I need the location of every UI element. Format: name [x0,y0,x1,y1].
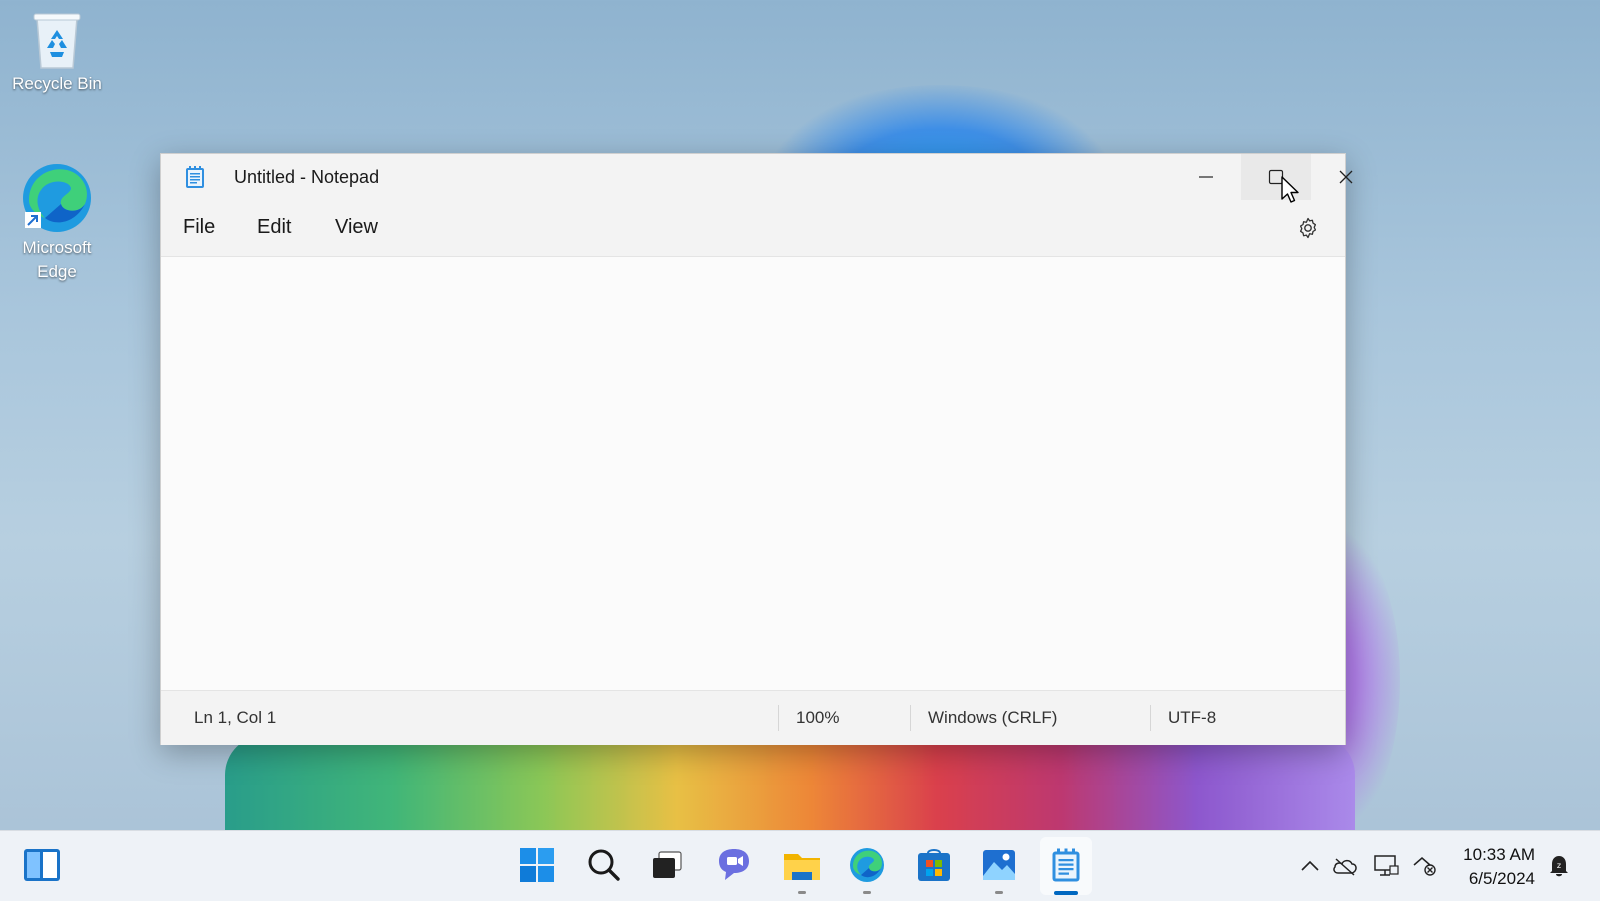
settings-button[interactable] [1296,216,1320,240]
title-bar[interactable]: Untitled - Notepad [161,154,1353,200]
photos-icon [983,850,1015,880]
edge-icon [850,848,884,882]
notepad-taskbar-button[interactable] [1044,843,1088,887]
status-line-ending[interactable]: Windows (CRLF) [928,708,1057,728]
minimize-icon [1199,176,1213,178]
notifications-button[interactable]: z [1546,853,1572,879]
notepad-icon [185,165,205,189]
active-app-indicator [1054,891,1078,895]
desktop-icon-label: Recycle Bin [12,74,102,93]
window-title: Untitled - Notepad [234,167,380,187]
start-icon [520,848,554,882]
task-view-button[interactable] [645,843,689,887]
running-indicator [798,891,806,894]
menu-edit[interactable]: Edit [257,216,291,239]
status-divider [778,705,779,731]
taskbar: 10:33 AM 6/5/2024 z [0,830,1600,901]
task-view-icon [653,851,682,878]
store-button[interactable] [912,843,956,887]
start-button[interactable] [515,843,559,887]
wallpaper-bloom [225,735,1355,830]
running-indicator [995,891,1003,894]
network-button[interactable] [1412,853,1438,879]
clock-time: 10:33 AM [1463,845,1535,864]
menu-file[interactable]: File [183,216,215,239]
status-bar: Ln 1, Col 1 100% Windows (CRLF) UTF-8 [161,690,1345,745]
search-icon [588,849,620,881]
widgets-icon [24,849,60,881]
notepad-window: Untitled - Notepad File Edit View Ln 1, … [160,153,1353,745]
chevron-up-icon [1301,860,1319,871]
network-icon [1413,857,1436,876]
search-button[interactable] [582,843,626,887]
status-encoding[interactable]: UTF-8 [1168,708,1216,728]
notepad-icon [1052,848,1080,882]
close-button[interactable] [1311,154,1381,200]
desktop-icon-label: Microsoft Edge [22,238,92,281]
mouse-cursor-icon [1280,175,1302,205]
onedrive-icon [1333,858,1357,876]
status-divider [1150,705,1151,731]
status-divider [910,705,911,731]
display-button[interactable] [1373,853,1399,879]
status-zoom[interactable]: 100% [796,708,839,728]
edge-icon [19,160,95,236]
chat-button[interactable] [712,843,756,887]
taskbar-clock[interactable]: 10:33 AM 6/5/2024 [1455,843,1535,891]
show-hidden-icons-button[interactable] [1297,853,1323,879]
svg-text:z: z [1557,861,1561,870]
recycle-bin-icon [31,10,83,72]
chat-icon [719,849,749,880]
desktop-icon-microsoft-edge[interactable]: Microsoft Edge [7,160,107,284]
widgets-button[interactable] [20,843,64,887]
close-icon [1339,170,1353,184]
photos-button[interactable] [977,843,1021,887]
running-indicator [863,891,871,894]
display-icon [1374,855,1399,876]
file-explorer-icon [784,854,820,880]
text-editor[interactable] [161,257,1345,689]
desktop-icon-recycle-bin[interactable]: Recycle Bin [7,10,107,96]
status-cursor-position: Ln 1, Col 1 [194,708,277,727]
store-icon [918,849,950,881]
menu-view[interactable]: View [335,216,378,239]
gear-icon [1299,217,1317,239]
onedrive-button[interactable] [1332,853,1358,879]
edge-button[interactable] [845,843,889,887]
minimize-button[interactable] [1171,154,1241,200]
clock-date: 6/5/2024 [1468,869,1535,888]
menu-bar: File Edit View [161,200,1345,257]
notification-icon: z [1550,856,1568,877]
file-explorer-button[interactable] [780,843,824,887]
